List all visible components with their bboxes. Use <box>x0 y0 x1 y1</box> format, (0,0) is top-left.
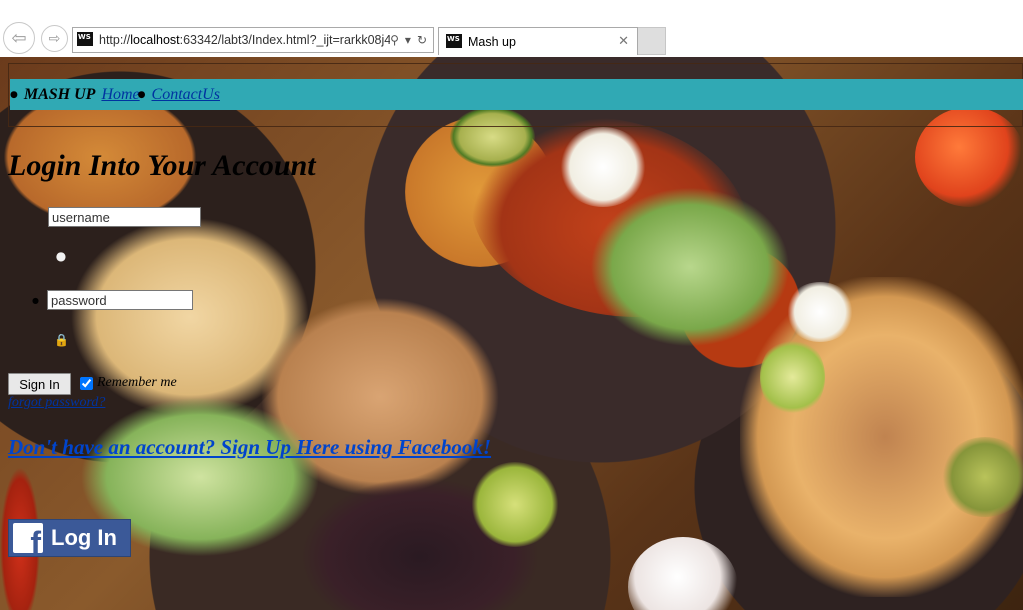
facebook-signup-link[interactable]: Don't have an account? Sign Up Here usin… <box>8 435 491 460</box>
lock-icon: 🔒 <box>54 333 69 347</box>
refresh-icon[interactable]: ↻ <box>417 33 427 47</box>
search-icon[interactable]: ⚲ <box>390 33 399 47</box>
username-row <box>48 207 201 227</box>
facebook-login-label: Log In <box>51 525 117 550</box>
password-row: ● <box>32 290 193 310</box>
nav-item-contact[interactable]: ● ContactUs <box>138 86 220 104</box>
nav-bar: ● MASH UP Home ● ContactUs <box>10 79 1023 110</box>
remember-me[interactable]: Remember me <box>80 375 177 391</box>
facebook-login-button[interactable]: f Log In <box>8 519 131 557</box>
close-icon[interactable]: ✕ <box>618 34 637 49</box>
contact-link[interactable]: ContactUs <box>152 86 220 104</box>
facebook-logo-icon: f <box>13 523 43 553</box>
remember-me-checkbox[interactable] <box>80 376 93 390</box>
user-icon: ● <box>55 249 67 263</box>
sign-in-button[interactable]: Sign In <box>8 373 71 395</box>
address-bar[interactable]: WS http://localhost:63342/labt3/Index.ht… <box>72 27 434 53</box>
brand-title: MASH UP <box>23 85 96 103</box>
browser-tab[interactable]: WS Mash up ✕ <box>438 27 638 55</box>
back-button[interactable]: ⇦ <box>3 22 35 54</box>
dropdown-arrow-icon[interactable]: ▾ <box>405 33 411 47</box>
page-content: ● MASH UP Home ● ContactUs Login Into Yo… <box>0 57 1023 610</box>
home-link[interactable]: Home <box>101 86 139 104</box>
url-text[interactable]: http://localhost:63342/labt3/Index.html?… <box>99 33 390 47</box>
nav-item-home[interactable]: Home <box>101 86 139 104</box>
forward-button[interactable]: ⇨ <box>41 25 68 52</box>
nav-item-brand: ● MASH UP <box>10 85 96 103</box>
remember-me-label: Remember me <box>97 375 177 390</box>
username-input[interactable] <box>48 207 201 227</box>
back-arrow-icon: ⇦ <box>11 27 27 49</box>
forgot-password-link[interactable]: forgot password? <box>8 395 105 411</box>
password-input[interactable] <box>46 290 193 310</box>
webstorm-favicon-icon: WS <box>77 32 93 48</box>
forward-arrow-icon: ⇨ <box>48 30 61 47</box>
browser-chrome: ⇦ ⇨ WS http://localhost:63342/labt3/Inde… <box>0 0 1023 57</box>
tab-title: Mash up <box>468 34 516 49</box>
tab-favicon-icon: WS <box>446 33 462 50</box>
login-title: Login Into Your Account <box>8 149 316 182</box>
new-tab-button[interactable] <box>638 27 666 55</box>
